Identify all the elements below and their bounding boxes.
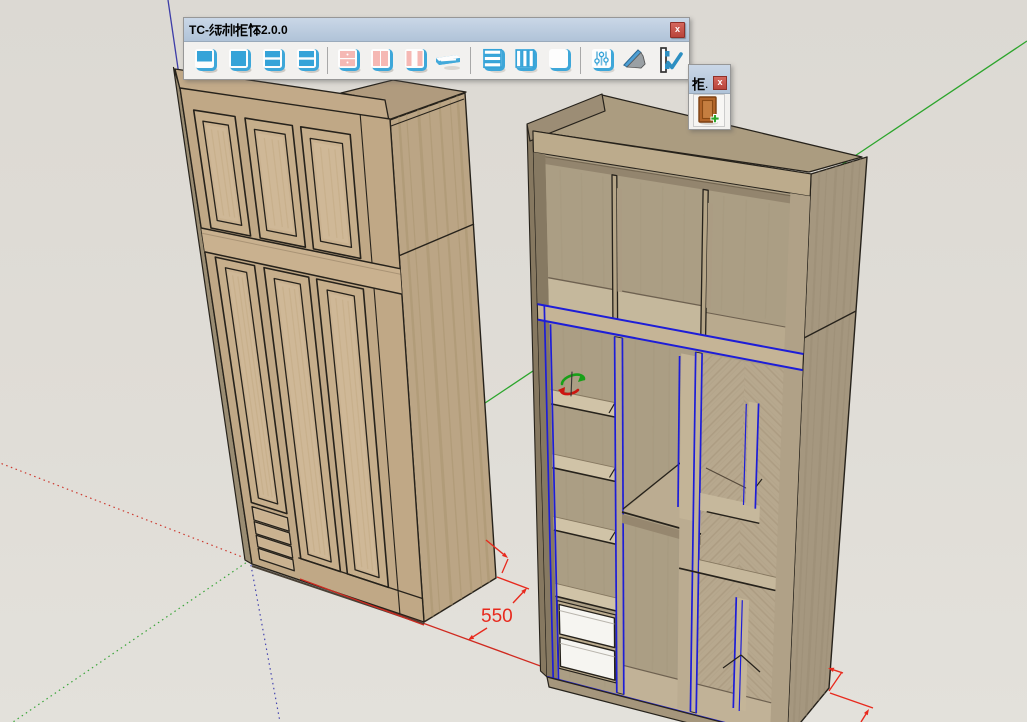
svg-text:550: 550 — [481, 606, 513, 627]
